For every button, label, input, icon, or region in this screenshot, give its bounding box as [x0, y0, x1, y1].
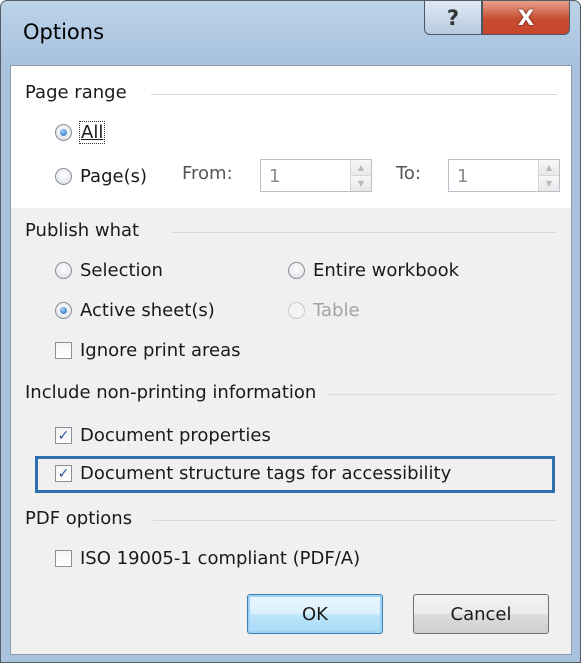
cancel-button-label: Cancel: [450, 603, 512, 625]
page-range-divider: [151, 94, 557, 95]
title-bar: Options ? X: [1, 1, 580, 63]
close-icon: X: [517, 5, 535, 30]
active-sheets-radio-option[interactable]: Active sheet(s): [55, 300, 215, 321]
publish-what-divider: [171, 232, 557, 233]
pages-label: Page(s): [80, 166, 147, 187]
ignore-print-areas-checkbox[interactable]: [55, 342, 72, 359]
from-spinner[interactable]: 1 ▲ ▼: [260, 159, 372, 192]
iso-compliant-option[interactable]: ISO 19005-1 compliant (PDF/A): [55, 548, 360, 569]
all-radio-option[interactable]: All: [55, 121, 106, 144]
active-sheets-label: Active sheet(s): [80, 300, 215, 321]
to-value[interactable]: 1: [457, 166, 468, 187]
from-value[interactable]: 1: [269, 166, 280, 187]
selection-radio[interactable]: [55, 262, 72, 279]
to-spin-buttons: ▲ ▼: [538, 160, 559, 191]
publish-what-section: Publish what Selection Entire workbook A…: [11, 208, 571, 368]
publish-what-title: Publish what: [25, 220, 140, 241]
active-sheets-radio[interactable]: [55, 302, 72, 319]
to-up-arrow-icon[interactable]: ▲: [539, 160, 559, 176]
to-down-arrow-icon[interactable]: ▼: [539, 176, 559, 191]
selection-radio-option[interactable]: Selection: [55, 260, 163, 281]
pdf-options-divider: [153, 520, 557, 521]
ok-button-label: OK: [302, 603, 328, 625]
table-label: Table: [313, 300, 360, 321]
document-properties-label: Document properties: [80, 425, 271, 446]
help-icon: ?: [446, 5, 460, 30]
dialog-body: Page range All Page(s) From: 1 ▲ ▼ To: 1: [10, 65, 572, 655]
all-radio[interactable]: [55, 124, 72, 141]
close-button[interactable]: X: [482, 1, 570, 35]
pdf-options-section: PDF options ISO 19005-1 compliant (PDF/A…: [11, 498, 571, 654]
pages-radio-option[interactable]: Page(s): [55, 166, 147, 187]
page-range-title: Page range: [25, 82, 127, 103]
from-spin-buttons: ▲ ▼: [350, 160, 371, 191]
options-dialog: Options ? X Page range All Page(s) From:…: [0, 0, 581, 663]
ok-button[interactable]: OK: [247, 594, 383, 634]
ignore-print-areas-option[interactable]: Ignore print areas: [55, 340, 241, 361]
iso-compliant-checkbox[interactable]: [55, 550, 72, 567]
from-up-arrow-icon[interactable]: ▲: [351, 160, 371, 176]
entire-workbook-radio[interactable]: [288, 262, 305, 279]
pages-radio[interactable]: [55, 168, 72, 185]
entire-workbook-label: Entire workbook: [313, 260, 460, 281]
document-properties-checkbox[interactable]: ✓: [55, 427, 72, 444]
from-down-arrow-icon[interactable]: ▼: [351, 176, 371, 191]
entire-workbook-radio-option[interactable]: Entire workbook: [288, 260, 459, 281]
document-properties-option[interactable]: ✓ Document properties: [55, 425, 271, 446]
page-range-section: Page range All Page(s) From: 1 ▲ ▼ To: 1: [11, 66, 571, 208]
help-button[interactable]: ?: [424, 1, 482, 35]
dialog-title: Options: [23, 20, 105, 44]
non-printing-title: Include non-printing information: [25, 382, 317, 403]
from-label: From:: [182, 163, 233, 184]
iso-compliant-label: ISO 19005-1 compliant (PDF/A): [80, 548, 361, 569]
table-radio: [288, 302, 305, 319]
to-spinner[interactable]: 1 ▲ ▼: [448, 159, 560, 192]
structure-tags-highlight: [35, 456, 555, 493]
table-radio-option: Table: [288, 300, 360, 321]
selection-label: Selection: [80, 260, 163, 281]
cancel-button[interactable]: Cancel: [413, 594, 549, 634]
non-printing-divider: [329, 394, 557, 395]
pdf-options-title: PDF options: [25, 508, 133, 529]
all-label: All: [78, 121, 106, 144]
to-label: To:: [396, 163, 422, 184]
ignore-print-areas-label: Ignore print areas: [80, 340, 241, 361]
